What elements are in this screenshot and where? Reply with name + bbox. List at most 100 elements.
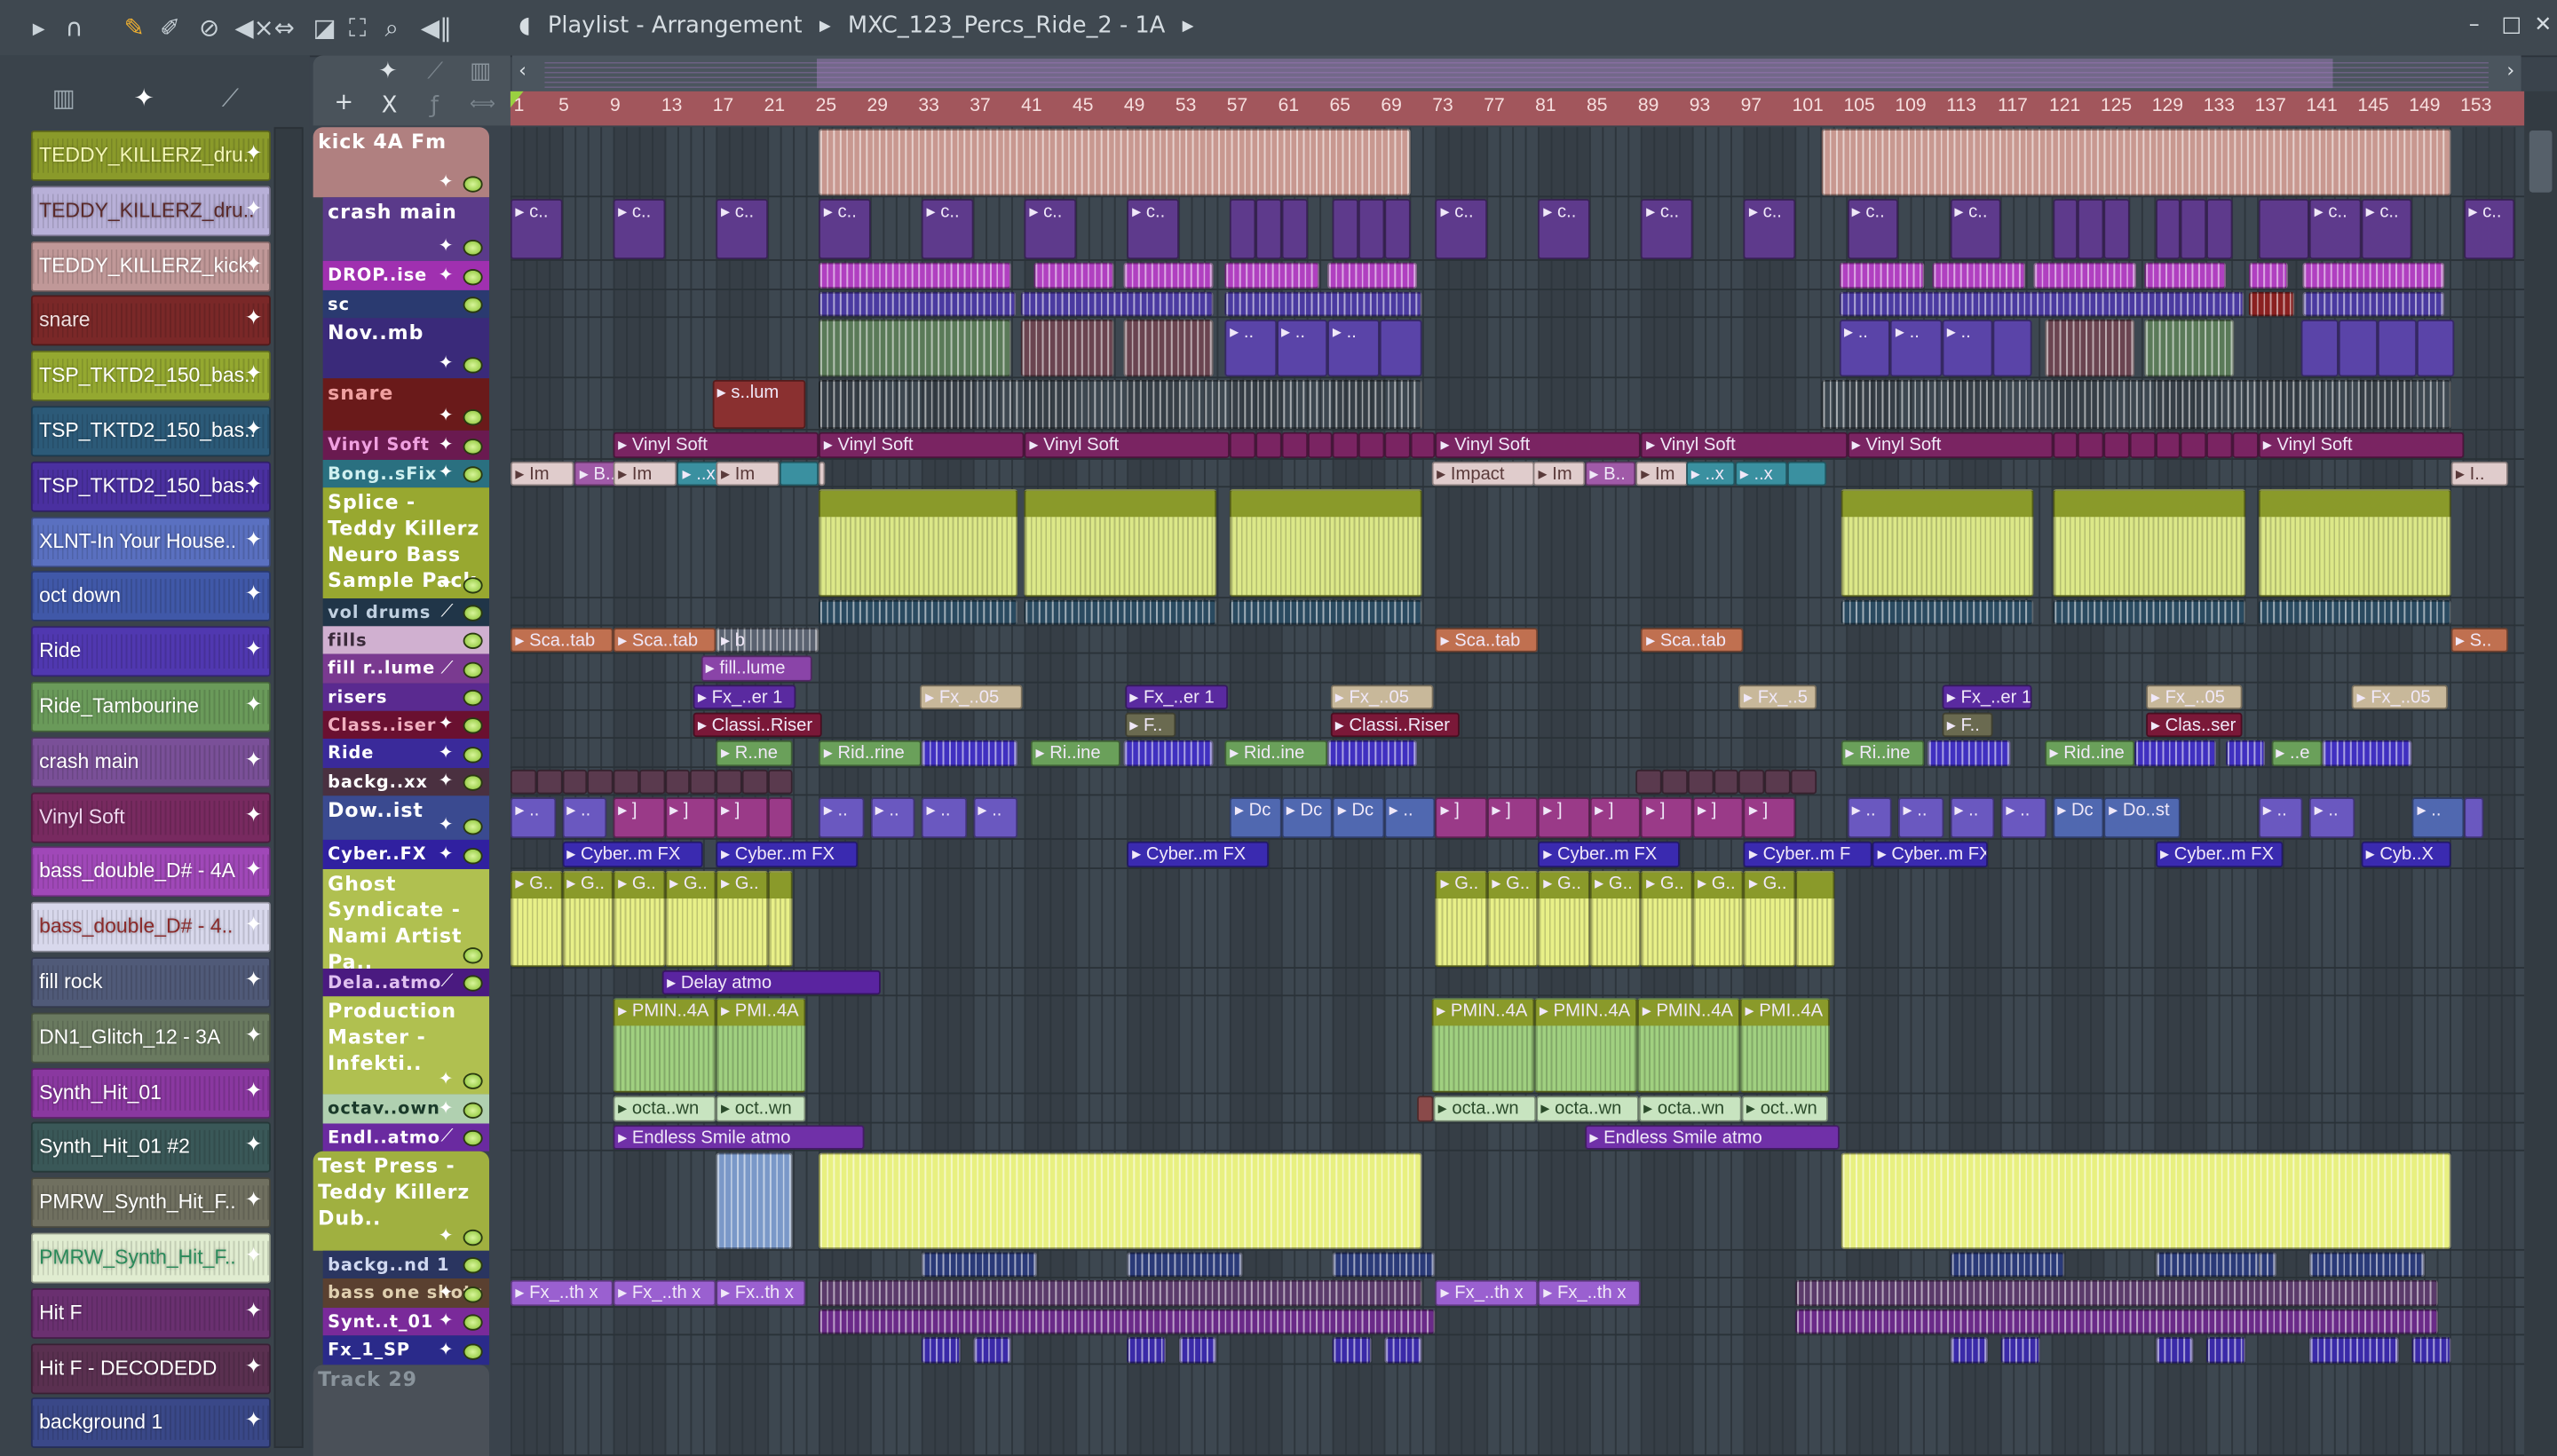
- playlist-clip[interactable]: ▸ Sca..tab: [613, 628, 716, 653]
- track-enable-led[interactable]: [463, 577, 483, 594]
- track-name[interactable]: Production Master - Infekti..: [328, 998, 487, 1076]
- playlist-clip[interactable]: ▸ ..: [510, 797, 556, 839]
- playlist-clip[interactable]: [2155, 431, 2181, 459]
- playlist-clip[interactable]: ▸ I..: [2450, 461, 2509, 487]
- track-name[interactable]: Bong..sFix: [328, 462, 437, 487]
- playlist-clip[interactable]: ▸ ..: [1847, 797, 1892, 839]
- playlist-clip[interactable]: [1327, 262, 1418, 289]
- playlist-clip[interactable]: ▸ Fx_..th x: [510, 1279, 614, 1307]
- playlist-clip[interactable]: [2309, 1252, 2426, 1278]
- playlist-clip[interactable]: ▸ ]: [1744, 797, 1796, 839]
- playlist-clip[interactable]: ▸ ..: [1839, 319, 1891, 377]
- playlist-clip[interactable]: [510, 769, 536, 795]
- playlist-clip[interactable]: [1333, 1252, 1436, 1278]
- track-header[interactable]: Dow..ist ✦: [322, 795, 490, 840]
- playlist-clip[interactable]: ▸ Fx_..05: [2351, 684, 2449, 709]
- playlist-clip[interactable]: ▸ Sca..tab: [510, 628, 614, 653]
- playlist-clip[interactable]: ▸ c..: [1949, 199, 2001, 260]
- playlist-clip[interactable]: ▸ G..: [1744, 870, 1796, 968]
- close-button[interactable]: ✕: [2534, 13, 2552, 38]
- playlist-clip[interactable]: [819, 262, 1012, 289]
- track-enable-led[interactable]: [463, 689, 483, 707]
- picker-item[interactable]: TSP_TKTD2_150_bas.. ✦: [30, 461, 271, 512]
- bar-number[interactable]: 17: [713, 96, 734, 115]
- playlist-clip[interactable]: [1417, 1096, 1434, 1122]
- track-name[interactable]: Dow..ist: [328, 797, 424, 823]
- bar-number[interactable]: 137: [2255, 96, 2286, 115]
- playlist-clip[interactable]: ▸ ]: [613, 797, 665, 839]
- playlist-clip[interactable]: ▸ Im: [510, 461, 575, 487]
- track-header[interactable]: Synt..t_01 ✦: [322, 1308, 490, 1336]
- playlist-clip[interactable]: [2134, 740, 2216, 767]
- audio-wave-icon[interactable]: ✦: [134, 83, 154, 113]
- playlist-clip[interactable]: [535, 769, 562, 795]
- slice-icon[interactable]: ◪: [313, 13, 336, 43]
- playlist-clip[interactable]: ▸ Clas..ser: [2146, 712, 2243, 738]
- playlist-clip[interactable]: ▸ Vinyl Soft: [1435, 431, 1642, 459]
- playlist-clip[interactable]: [1127, 1252, 1243, 1278]
- playlist-clip[interactable]: ▸ PMI..4A: [1739, 998, 1831, 1093]
- playlist-clip[interactable]: ▸ c..: [1744, 199, 1796, 260]
- playlist-clip[interactable]: ▸ Classi..Riser: [693, 712, 822, 738]
- playlist-clip[interactable]: ▸ Cyber..m F: [1744, 841, 1873, 868]
- playlist-clip[interactable]: ▸ ..: [561, 797, 607, 839]
- playlist-clip[interactable]: ▸ ]: [1538, 797, 1590, 839]
- playlist-clip[interactable]: [716, 1152, 794, 1249]
- track-header[interactable]: Ride ✦: [322, 739, 490, 769]
- playlist-clip[interactable]: ▸ c..: [716, 199, 768, 260]
- track-header[interactable]: fill r..lume ⟋: [322, 653, 490, 684]
- playlist-clip[interactable]: ▸ s..lum: [712, 379, 806, 430]
- playlist-clip[interactable]: ▸ ..: [1224, 319, 1277, 377]
- bar-number[interactable]: 57: [1227, 96, 1248, 115]
- bar-number[interactable]: 33: [918, 96, 939, 115]
- playlist-clip[interactable]: [2249, 291, 2294, 317]
- bar-number[interactable]: 93: [1690, 96, 1711, 115]
- playlist-clip[interactable]: ▸ G..: [613, 870, 665, 968]
- track-enable-led[interactable]: [463, 1102, 483, 1119]
- track-name[interactable]: Class..iser: [328, 713, 436, 739]
- playlist-clip[interactable]: ▸ ..: [1327, 319, 1380, 377]
- playlist-clip[interactable]: ▸ ..: [1890, 319, 1943, 377]
- playlist-clip[interactable]: [1384, 1337, 1423, 1364]
- playlist-clip[interactable]: ▸ ..: [1384, 797, 1436, 839]
- bar-number[interactable]: 61: [1278, 96, 1300, 115]
- track-header[interactable]: crash main ✦: [322, 197, 490, 261]
- track-header[interactable]: Fx_1_SP ✦: [322, 1335, 490, 1365]
- playlist-clip[interactable]: ▸ ..: [1898, 797, 1943, 839]
- playlist-clip[interactable]: ▸ ..: [922, 797, 967, 839]
- bar-number[interactable]: 21: [764, 96, 786, 115]
- track-enable-led[interactable]: [463, 409, 483, 426]
- picker-item[interactable]: Ride ✦: [30, 626, 271, 677]
- playlist-clip[interactable]: ▸ PMIN..4A: [1534, 998, 1638, 1093]
- playlist-clip[interactable]: ▸ ]: [1589, 797, 1642, 839]
- playlist-clip[interactable]: ▸ G..: [664, 870, 716, 968]
- track-enable-led[interactable]: [463, 1072, 483, 1089]
- playlist-clip[interactable]: ▸ ..: [1942, 319, 1994, 377]
- playlist-clip[interactable]: ▸ c..: [613, 199, 665, 260]
- picker-scrollbar[interactable]: [273, 127, 304, 1449]
- playlist-clip[interactable]: ▸ ..: [2258, 797, 2303, 839]
- playlist-clip[interactable]: [1230, 431, 1256, 459]
- picker-item[interactable]: bass_double_D# - 4A ✦: [30, 846, 271, 898]
- playlist-clip[interactable]: ▸ G..: [1486, 870, 1539, 968]
- playlist-clip[interactable]: ▸ Rid..ine: [1224, 740, 1328, 767]
- playlist-clip[interactable]: [1281, 199, 1308, 260]
- playlist-clip[interactable]: ▸ G..: [1641, 870, 1693, 968]
- playlist-clip[interactable]: [1933, 262, 2026, 289]
- scroll-left-icon[interactable]: ‹: [519, 59, 526, 82]
- track-enable-led[interactable]: [463, 975, 483, 992]
- arrangement-overview[interactable]: ‹ ›: [511, 55, 2521, 91]
- playlist-clip[interactable]: [1384, 199, 1410, 260]
- playlist-clip[interactable]: [1713, 769, 1739, 795]
- playlist-clip[interactable]: ▸ PMIN..4A: [1637, 998, 1740, 1093]
- track-name[interactable]: backg..nd 1: [328, 1253, 449, 1278]
- playlist-clip[interactable]: ▸ Cyber..m FX: [716, 841, 858, 868]
- playlist-clip[interactable]: [1333, 1337, 1372, 1364]
- bar-number[interactable]: 45: [1073, 96, 1094, 115]
- playlist-clip[interactable]: ▸ Cyber..m FX: [561, 841, 703, 868]
- playlist-clip[interactable]: [2078, 199, 2104, 260]
- track-enable-led[interactable]: [463, 466, 483, 483]
- track-enable-led[interactable]: [463, 947, 483, 964]
- picker-item[interactable]: XLNT-In Your House.. ✦: [30, 516, 271, 567]
- track-header[interactable]: Dela..atmo ⟋: [322, 969, 490, 997]
